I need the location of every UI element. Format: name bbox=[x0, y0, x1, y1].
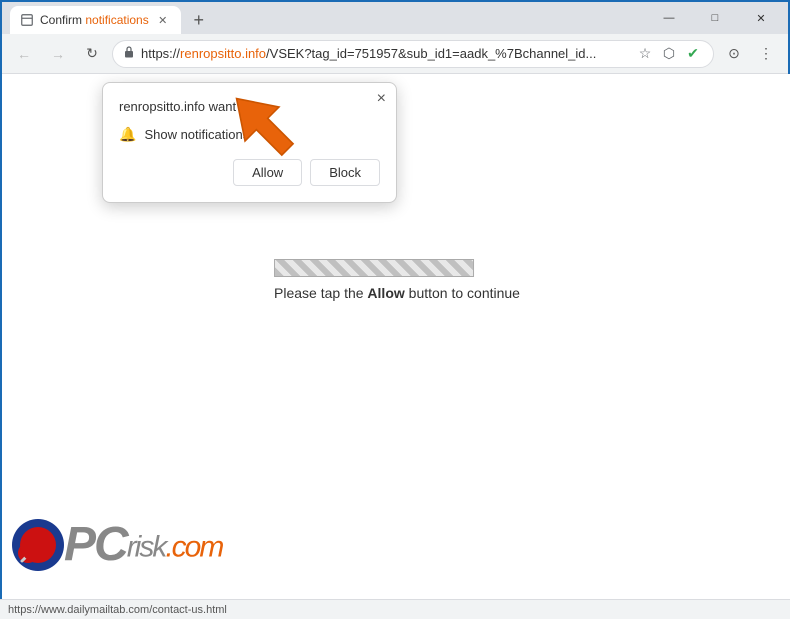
notification-label: Show notifications bbox=[144, 127, 249, 142]
popup-notification-row: 🔔 Show notifications bbox=[119, 126, 380, 143]
dot-com-text: .com bbox=[165, 530, 222, 563]
block-button[interactable]: Block bbox=[310, 159, 380, 186]
popup-title: renropsitto.info want bbox=[119, 99, 380, 114]
statusbar: https://www.dailymailtab.com/contact-us.… bbox=[0, 599, 790, 619]
close-button[interactable]: ✕ bbox=[738, 2, 784, 34]
statusbar-url: https://www.dailymailtab.com/contact-us.… bbox=[8, 604, 227, 616]
active-tab[interactable]: Confirm notifications ✕ bbox=[10, 6, 181, 34]
tab-title-orange: notifications bbox=[85, 13, 148, 27]
maximize-button[interactable]: □ bbox=[692, 2, 738, 34]
progress-bar bbox=[274, 259, 474, 277]
progress-text: Please tap the Allow button to continue bbox=[274, 285, 520, 301]
back-button[interactable]: ← bbox=[10, 40, 38, 68]
profile-button[interactable]: ⊙ bbox=[720, 40, 748, 68]
progress-container: Please tap the Allow button to continue bbox=[274, 259, 520, 301]
url-domain: renropsitto.info bbox=[180, 46, 266, 61]
progress-text-prefix: Please tap the bbox=[274, 285, 367, 301]
url-bar[interactable]: https://renropsitto.info/VSEK?tag_id=751… bbox=[112, 40, 714, 68]
pcrisk-circle-svg bbox=[12, 519, 64, 571]
pc-text: PC bbox=[64, 518, 127, 571]
lock-icon bbox=[123, 45, 135, 62]
pcrisk-logo-icon bbox=[12, 519, 64, 571]
browser-content: × renropsitto.info want 🔔 Show notificat… bbox=[2, 74, 790, 601]
minimize-button[interactable]: — bbox=[646, 2, 692, 34]
url-icons: ☆ ⬡ ✔ bbox=[635, 44, 703, 64]
shield-icon[interactable]: ✔ bbox=[683, 44, 703, 64]
progress-text-bold: Allow bbox=[367, 285, 404, 301]
addressbar-right: ⊙ ⋮ bbox=[720, 40, 780, 68]
bookmark-icon[interactable]: ☆ bbox=[635, 44, 655, 64]
allow-button[interactable]: Allow bbox=[233, 159, 302, 186]
tab-close-button[interactable]: ✕ bbox=[155, 12, 171, 28]
risk-text: risk bbox=[127, 530, 166, 563]
pcrisk-logo: PCrisk.com bbox=[12, 519, 222, 571]
menu-button[interactable]: ⋮ bbox=[752, 40, 780, 68]
url-prefix: https:// bbox=[141, 46, 180, 61]
window-controls: — □ ✕ bbox=[646, 2, 784, 34]
progress-text-suffix: button to continue bbox=[405, 285, 520, 301]
tab-area: Confirm notifications ✕ + bbox=[10, 2, 646, 34]
tab-title: Confirm notifications bbox=[40, 13, 149, 27]
refresh-button[interactable]: ↻ bbox=[78, 40, 106, 68]
tab-page-icon bbox=[20, 13, 34, 27]
url-path: /VSEK?tag_id=751957&sub_id1=aadk_%7Bchan… bbox=[266, 46, 596, 61]
popup-buttons: Allow Block bbox=[119, 159, 380, 186]
pcrisk-text: PCrisk.com bbox=[64, 521, 222, 569]
bell-icon: 🔔 bbox=[119, 126, 136, 143]
addressbar: ← → ↻ https://renropsitto.info/VSEK?tag_… bbox=[2, 34, 788, 74]
forward-button[interactable]: → bbox=[44, 40, 72, 68]
popup-title-text: renropsitto.info want bbox=[119, 99, 236, 114]
notification-popup: × renropsitto.info want 🔔 Show notificat… bbox=[102, 82, 397, 203]
titlebar: Confirm notifications ✕ + — □ ✕ bbox=[2, 2, 788, 34]
popup-close-button[interactable]: × bbox=[377, 91, 386, 107]
new-tab-button[interactable]: + bbox=[185, 6, 213, 34]
url-text: https://renropsitto.info/VSEK?tag_id=751… bbox=[141, 46, 629, 61]
extensions-icon[interactable]: ⬡ bbox=[659, 44, 679, 64]
